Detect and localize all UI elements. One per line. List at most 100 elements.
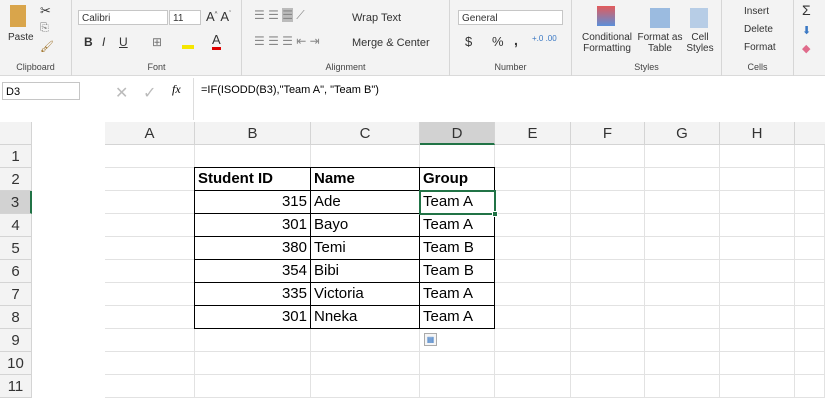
vertical-align-icons[interactable]: ☰ ☰ ☰ ⟋ (254, 8, 305, 23)
fill-handle[interactable] (492, 211, 498, 217)
paste-icon[interactable] (10, 5, 26, 27)
row-header-1[interactable]: 1 (0, 145, 32, 168)
table-cell[interactable]: Bibi (310, 259, 420, 283)
cell[interactable] (720, 168, 795, 191)
cell[interactable] (645, 329, 720, 352)
table-cell[interactable]: 315 (194, 190, 311, 214)
table-cell[interactable]: 301 (194, 213, 311, 237)
row-header-3[interactable]: 3 (0, 191, 32, 214)
cell[interactable] (495, 283, 571, 306)
cancel-icon[interactable]: ✕ (115, 83, 128, 103)
cell[interactable] (311, 329, 420, 352)
cell[interactable] (645, 145, 720, 168)
row-header-7[interactable]: 7 (0, 283, 32, 306)
cell[interactable] (645, 237, 720, 260)
column-header-D[interactable]: D (420, 122, 495, 145)
cell[interactable] (571, 145, 645, 168)
row-header-10[interactable]: 10 (0, 352, 32, 375)
cell-styles-button[interactable]: Cell Styles (684, 32, 716, 54)
fill-icon[interactable]: ⬇ (802, 24, 811, 37)
paste-button[interactable]: Paste (8, 32, 34, 43)
cell[interactable] (571, 306, 645, 329)
table-cell[interactable]: Team A (419, 282, 495, 306)
cell[interactable] (105, 329, 195, 352)
table-cell[interactable]: Ade (310, 190, 420, 214)
cell[interactable] (420, 375, 495, 398)
select-all-corner[interactable] (0, 122, 32, 145)
copy-icon[interactable]: ⎘ (40, 22, 49, 35)
horizontal-align-icons[interactable]: ☰ ☰ ☰ ⇤ ⇥ (254, 34, 320, 48)
cell[interactable] (105, 352, 195, 375)
wrap-text-button[interactable]: Wrap Text (352, 12, 401, 24)
table-cell[interactable]: Team A (419, 305, 495, 329)
cell[interactable] (420, 352, 495, 375)
cell[interactable] (105, 168, 195, 191)
cell[interactable] (105, 214, 195, 237)
table-cell[interactable]: 354 (194, 259, 311, 283)
decimal-icons[interactable]: +.0 .00 (532, 34, 557, 43)
italic-button[interactable]: I (102, 35, 105, 49)
column-header-H[interactable]: H (720, 122, 795, 145)
delete-button[interactable]: Delete (744, 24, 773, 35)
cell[interactable] (795, 375, 825, 398)
cell[interactable] (795, 214, 825, 237)
cell[interactable] (795, 352, 825, 375)
cell[interactable] (645, 283, 720, 306)
cell[interactable] (795, 260, 825, 283)
table-cell[interactable]: Victoria (310, 282, 420, 306)
font-color-icon[interactable]: A (212, 32, 221, 50)
cell[interactable] (105, 375, 195, 398)
cell[interactable] (495, 237, 571, 260)
format-painter-icon[interactable]: 🖌 (40, 40, 54, 53)
cell[interactable] (795, 145, 825, 168)
cell[interactable] (795, 168, 825, 191)
cell[interactable] (571, 283, 645, 306)
table-cell[interactable]: 335 (194, 282, 311, 306)
cell[interactable] (195, 329, 311, 352)
table-cell[interactable]: 301 (194, 305, 311, 329)
cell[interactable] (105, 260, 195, 283)
name-box[interactable]: D3 (2, 82, 80, 100)
cell[interactable] (495, 329, 571, 352)
percent-button[interactable]: % (492, 34, 504, 49)
cell[interactable] (571, 352, 645, 375)
formula-input-area[interactable]: =IF(ISODD(B3),"Team A", "Team B") (193, 78, 825, 120)
underline-button[interactable]: U (119, 35, 128, 49)
cell[interactable] (311, 145, 420, 168)
font-size-select[interactable]: 11 (169, 10, 201, 25)
cell[interactable] (720, 145, 795, 168)
row-header-11[interactable]: 11 (0, 375, 32, 398)
cell[interactable] (571, 260, 645, 283)
cell[interactable] (720, 283, 795, 306)
formula-input[interactable]: =IF(ISODD(B3),"Team A", "Team B") (201, 84, 379, 96)
cell[interactable] (571, 214, 645, 237)
cell[interactable] (645, 375, 720, 398)
conditional-formatting-button[interactable]: Conditional Formatting (577, 32, 637, 54)
cell[interactable] (571, 237, 645, 260)
insert-function-button[interactable]: fx (172, 82, 181, 97)
cell[interactable] (105, 283, 195, 306)
cell[interactable] (105, 191, 195, 214)
cell[interactable] (420, 145, 495, 168)
cell[interactable] (495, 214, 571, 237)
enter-icon[interactable]: ✓ (143, 83, 156, 103)
cell[interactable] (495, 306, 571, 329)
merge-center-button[interactable]: Merge & Center (352, 37, 430, 49)
cell[interactable] (720, 237, 795, 260)
cell[interactable] (720, 214, 795, 237)
cell[interactable] (495, 352, 571, 375)
cell[interactable] (105, 306, 195, 329)
cell[interactable] (495, 168, 571, 191)
table-cell[interactable]: Temi (310, 236, 420, 260)
fill-color-icon[interactable] (182, 45, 194, 49)
clear-icon[interactable]: ◆ (802, 42, 810, 55)
quick-analysis-icon[interactable]: ▦ (424, 333, 437, 346)
autosum-icon[interactable]: Σ (802, 2, 811, 18)
cell[interactable] (495, 260, 571, 283)
cell[interactable] (645, 214, 720, 237)
cell[interactable] (720, 329, 795, 352)
format-as-table-button[interactable]: Format as Table (634, 32, 686, 54)
cut-icon[interactable]: ✂ (40, 3, 51, 19)
cell[interactable] (795, 329, 825, 352)
cell[interactable] (571, 375, 645, 398)
